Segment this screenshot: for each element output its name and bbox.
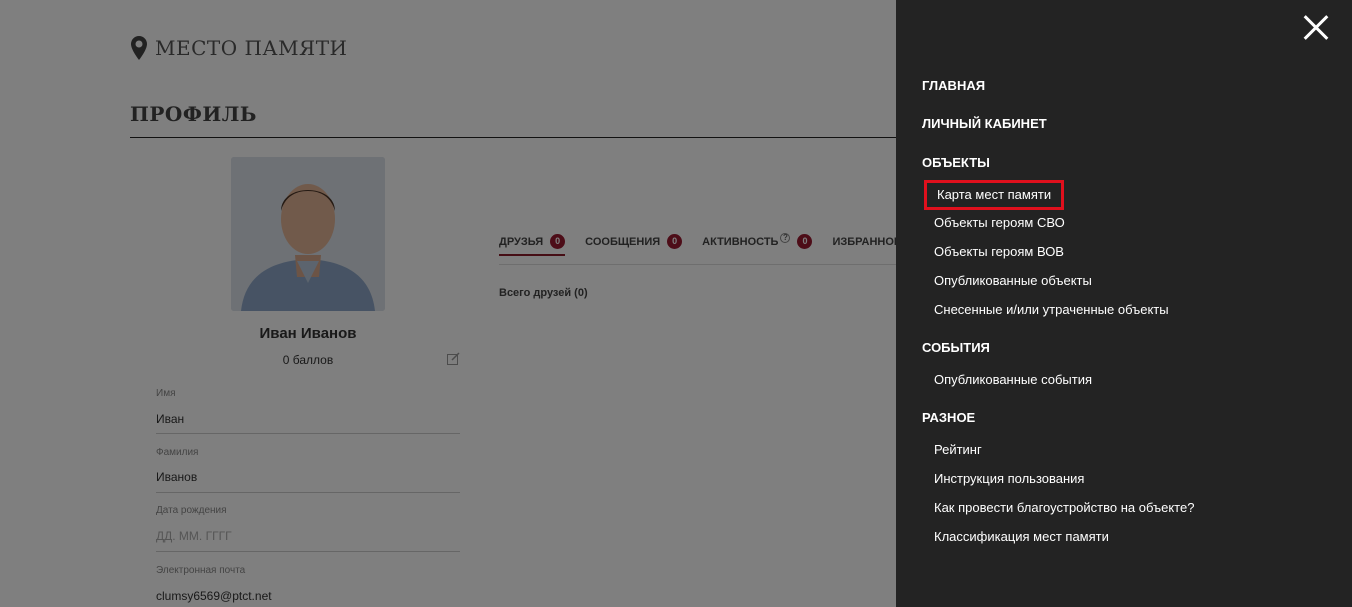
menu-item-main[interactable]: ГЛАВНАЯ — [922, 78, 985, 93]
menu-item-classification[interactable]: Классификация мест памяти — [934, 529, 1109, 544]
menu-item-published-events[interactable]: Опубликованные события — [934, 372, 1092, 387]
menu-item-rating[interactable]: Рейтинг — [934, 442, 982, 457]
close-icon[interactable] — [1302, 14, 1330, 42]
menu-section-events[interactable]: СОБЫТИЯ — [922, 340, 990, 355]
menu-item-cabinet[interactable]: ЛИЧНЫЙ КАБИНЕТ — [922, 116, 1047, 131]
menu-item-published-objects[interactable]: Опубликованные объекты — [934, 273, 1092, 288]
side-menu: ГЛАВНАЯ ЛИЧНЫЙ КАБИНЕТ ОБЪЕКТЫ Карта мес… — [896, 0, 1352, 607]
menu-item-instructions[interactable]: Инструкция пользования — [934, 471, 1084, 486]
menu-item-svo-objects[interactable]: Объекты героям СВО — [934, 215, 1065, 230]
menu-item-lost-objects[interactable]: Снесенные и/или утраченные объекты — [934, 302, 1169, 317]
menu-item-wwii-objects[interactable]: Объекты героям ВОВ — [934, 244, 1064, 259]
menu-section-objects[interactable]: ОБЪЕКТЫ — [922, 155, 990, 170]
menu-item-memory-map[interactable]: Карта мест памяти — [924, 180, 1065, 210]
modal-overlay[interactable] — [0, 0, 896, 607]
menu-section-misc[interactable]: РАЗНОЕ — [922, 410, 975, 425]
menu-item-improvement[interactable]: Как провести благоустройство на объекте? — [934, 500, 1194, 515]
